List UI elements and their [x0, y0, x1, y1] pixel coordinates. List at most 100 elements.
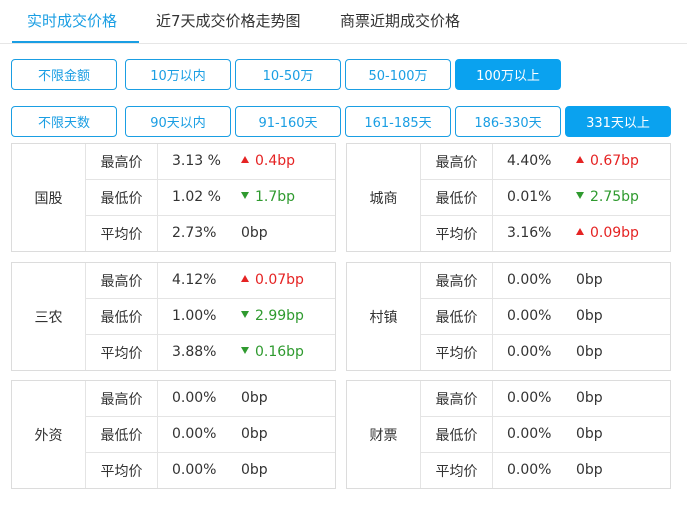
price-change: 0bp	[576, 308, 603, 324]
price-change-text: 0bp	[241, 225, 268, 241]
low-price-row: 最低价 0.00% 0bp	[421, 417, 670, 453]
card-category-name: 财票	[347, 381, 421, 488]
price-value: 0.00%	[507, 272, 552, 288]
tab-7day-trend[interactable]: 近7天成交价格走势图	[156, 10, 301, 31]
term-filter-91-160d[interactable]: 91-160天	[235, 106, 341, 137]
row-label: 平均价	[421, 216, 493, 251]
high-price-row: 最高价 0.00% 0bp	[86, 381, 335, 417]
term-filter-unlimited[interactable]: 不限天数	[11, 106, 117, 137]
price-change: 0bp	[241, 390, 268, 406]
row-label: 最低价	[86, 299, 158, 334]
tab-bar: 实时成交价格 近7天成交价格走势图 商票近期成交价格	[0, 0, 687, 44]
active-tab-underline	[12, 41, 139, 43]
price-change-text: 0.67bp	[590, 153, 639, 169]
price-value: 2.73%	[172, 225, 217, 241]
price-change-text: 1.7bp	[255, 189, 296, 205]
price-value: 3.16%	[507, 225, 552, 241]
price-change: 0.67bp	[576, 153, 639, 169]
price-value: 0.00%	[507, 390, 552, 406]
card-category-name: 外资	[12, 381, 86, 488]
price-change-text: 0bp	[576, 462, 603, 478]
price-card: 外资 最高价 0.00% 0bp 最低价 0.00% 0bp 平均价 0.00% 0bp	[11, 380, 336, 489]
row-label: 最高价	[86, 263, 158, 298]
row-label: 最高价	[421, 144, 493, 179]
price-card: 村镇 最高价 0.00% 0bp 最低价 0.00% 0bp 平均价 0.00% 0bp	[346, 262, 671, 371]
row-label: 平均价	[86, 453, 158, 488]
triangle-up-icon	[576, 228, 584, 235]
row-label: 最高价	[421, 263, 493, 298]
low-price-row: 最低价 0.01% 2.75bp	[421, 180, 670, 216]
price-card: 国股 最高价 3.13 % 0.4bp 最低价 1.02 % 1.7bp 平均价 2.73% 0b…	[11, 143, 336, 252]
card-category-name: 村镇	[347, 263, 421, 370]
row-label: 最低价	[86, 417, 158, 452]
price-change: 0bp	[576, 344, 603, 360]
triangle-up-icon	[241, 275, 249, 282]
price-card: 财票 最高价 0.00% 0bp 最低价 0.00% 0bp 平均价 0.00% 0bp	[346, 380, 671, 489]
triangle-down-icon	[241, 311, 249, 318]
price-change-text: 0bp	[576, 272, 603, 288]
price-change: 2.99bp	[241, 308, 304, 324]
triangle-down-icon	[576, 192, 584, 199]
row-label: 最低价	[86, 180, 158, 215]
high-price-row: 最高价 4.40% 0.67bp	[421, 144, 670, 180]
high-price-row: 最高价 4.12% 0.07bp	[86, 263, 335, 299]
triangle-up-icon	[241, 156, 249, 163]
card-category-name: 国股	[12, 144, 86, 251]
price-change-text: 0.4bp	[255, 153, 296, 169]
row-label: 最高价	[86, 381, 158, 416]
price-change-text: 0bp	[576, 344, 603, 360]
term-filter-186-330d[interactable]: 186-330天	[455, 106, 561, 137]
price-change: 0.16bp	[241, 344, 304, 360]
price-change-text: 2.99bp	[255, 308, 304, 324]
price-change: 0bp	[576, 272, 603, 288]
price-value: 0.00%	[172, 426, 217, 442]
price-change-text: 0.09bp	[590, 225, 639, 241]
term-filter-over-331d[interactable]: 331天以上	[565, 106, 671, 137]
price-value: 4.12%	[172, 272, 217, 288]
avg-price-row: 平均价 0.00% 0bp	[86, 453, 335, 489]
avg-price-row: 平均价 2.73% 0bp	[86, 216, 335, 252]
tab-commercial-bill-price[interactable]: 商票近期成交价格	[340, 10, 460, 31]
term-filter-under-90d[interactable]: 90天以内	[125, 106, 231, 137]
row-label: 平均价	[86, 335, 158, 370]
price-change: 0.4bp	[241, 153, 295, 169]
term-filter-161-185d[interactable]: 161-185天	[345, 106, 451, 137]
price-change-text: 0bp	[241, 426, 268, 442]
avg-price-row: 平均价 3.16% 0.09bp	[421, 216, 670, 252]
price-change: 0bp	[576, 390, 603, 406]
low-price-row: 最低价 0.00% 0bp	[86, 417, 335, 453]
price-change: 0bp	[576, 462, 603, 478]
high-price-row: 最高价 0.00% 0bp	[421, 263, 670, 299]
avg-price-row: 平均价 0.00% 0bp	[421, 335, 670, 371]
price-value: 0.01%	[507, 189, 552, 205]
price-change: 0bp	[241, 426, 268, 442]
price-change-text: 0.16bp	[255, 344, 304, 360]
price-change: 2.75bp	[576, 189, 639, 205]
tab-realtime-price[interactable]: 实时成交价格	[27, 10, 117, 31]
low-price-row: 最低价 1.02 % 1.7bp	[86, 180, 335, 216]
avg-price-row: 平均价 0.00% 0bp	[421, 453, 670, 489]
price-value: 4.40%	[507, 153, 552, 169]
price-change-text: 0bp	[241, 390, 268, 406]
price-value: 0.00%	[507, 462, 552, 478]
row-label: 最低价	[421, 299, 493, 334]
price-value: 0.00%	[507, 308, 552, 324]
row-label: 平均价	[421, 453, 493, 488]
amount-filter-over-100w[interactable]: 100万以上	[455, 59, 561, 90]
card-category-name: 三农	[12, 263, 86, 370]
price-value: 0.00%	[172, 462, 217, 478]
triangle-down-icon	[241, 347, 249, 354]
price-change: 1.7bp	[241, 189, 295, 205]
amount-filter-50-100w[interactable]: 50-100万	[345, 59, 451, 90]
price-card: 三农 最高价 4.12% 0.07bp 最低价 1.00% 2.99bp 平均价 3.88% 0.…	[11, 262, 336, 371]
row-label: 平均价	[86, 216, 158, 251]
amount-filter-10-50w[interactable]: 10-50万	[235, 59, 341, 90]
triangle-down-icon	[241, 192, 249, 199]
price-change-text: 0bp	[576, 426, 603, 442]
price-value: 0.00%	[172, 390, 217, 406]
row-label: 最高价	[86, 144, 158, 179]
row-label: 最低价	[421, 180, 493, 215]
amount-filter-unlimited[interactable]: 不限金额	[11, 59, 117, 90]
amount-filter-under-10w[interactable]: 10万以内	[125, 59, 231, 90]
price-change-text: 2.75bp	[590, 189, 639, 205]
